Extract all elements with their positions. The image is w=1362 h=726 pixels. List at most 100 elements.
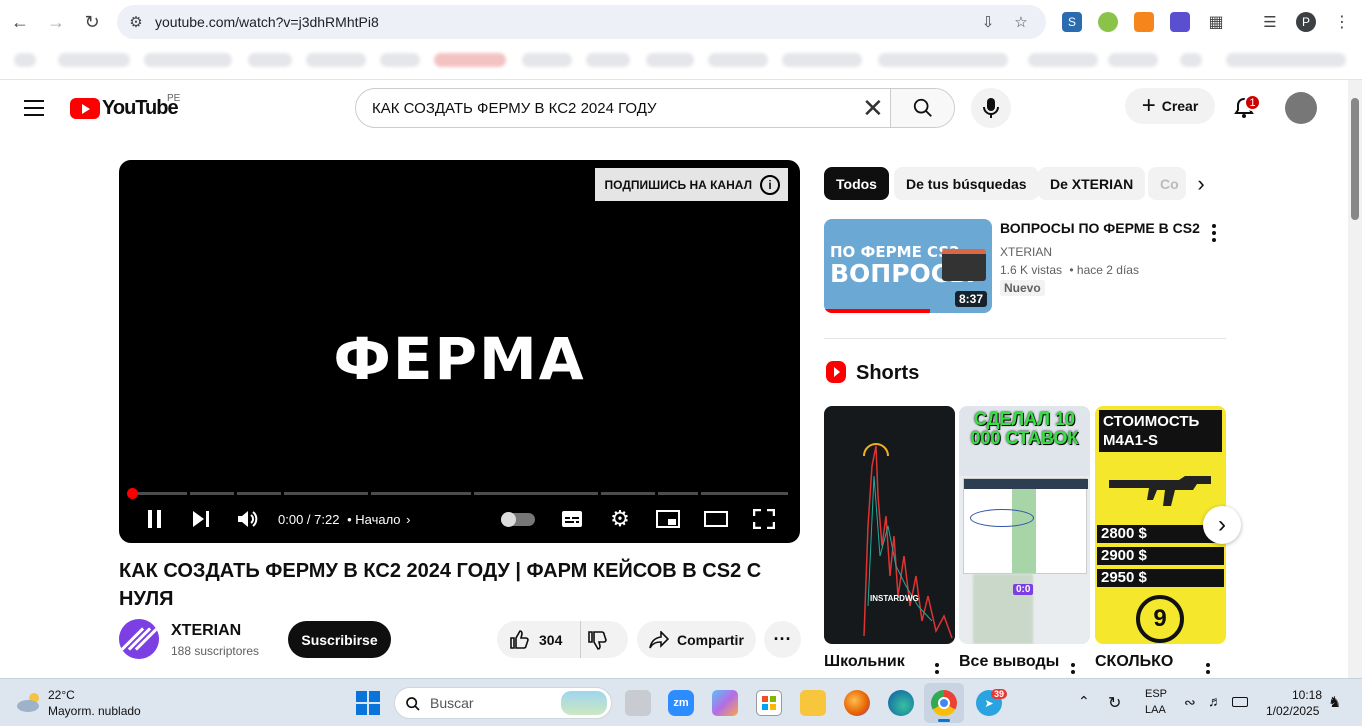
progress-bar[interactable] — [127, 488, 788, 499]
chips-next-button[interactable]: › — [1186, 169, 1216, 199]
youtube-logo[interactable]: YouTube PE — [70, 93, 180, 119]
dislike-button[interactable] — [587, 630, 607, 653]
bookmark-item[interactable] — [708, 53, 768, 67]
short-menu-icon[interactable] — [1071, 663, 1075, 677]
notification-bell-icon[interactable]: ♞ — [1328, 693, 1341, 711]
scrubber-handle[interactable] — [127, 488, 138, 499]
chrome-taskbar-button[interactable] — [924, 683, 964, 723]
chip-more[interactable]: Co — [1148, 167, 1186, 200]
create-button[interactable]: + Crear — [1125, 88, 1215, 124]
extension-green-icon[interactable] — [1098, 12, 1118, 32]
chevron-up-icon[interactable]: ⌃ — [1078, 693, 1090, 710]
site-info-icon[interactable]: ⚙ — [127, 13, 145, 31]
subscribe-button[interactable]: Suscribirse — [288, 621, 391, 658]
shield-extension-icon[interactable] — [1170, 12, 1190, 32]
volume-button[interactable] — [235, 506, 261, 532]
back-icon[interactable]: ← — [8, 10, 32, 34]
recommended-thumbnail[interactable]: ПО ФЕРМЕ CS2 ВОПРОСЫ 8:37 — [824, 219, 992, 313]
bookmark-item[interactable] — [1226, 53, 1346, 67]
media-control-icon[interactable]: ☰ — [1260, 12, 1280, 32]
battery-icon[interactable] — [1232, 697, 1248, 707]
task-view-icon[interactable] — [625, 690, 651, 716]
short-card-1[interactable]: INSTARDWG — [824, 406, 955, 644]
chapter-segment[interactable] — [658, 492, 698, 495]
bookmark-item[interactable] — [522, 53, 572, 67]
chapter-segment[interactable] — [601, 492, 655, 495]
menu-icon[interactable] — [24, 100, 44, 116]
subscribe-watermark[interactable]: ПОДПИШИСЬ НА КАНАЛ i — [594, 168, 788, 201]
bookmark-item[interactable] — [1108, 53, 1158, 67]
language-primary[interactable]: ESP — [1145, 688, 1167, 700]
bookmark-item[interactable] — [306, 53, 366, 67]
bookmark-item[interactable] — [434, 53, 506, 67]
short-title-2[interactable]: Все выводы — [959, 653, 1059, 671]
install-app-icon[interactable]: ⇩ — [979, 13, 997, 31]
bookmark-item[interactable] — [586, 53, 630, 67]
forward-icon[interactable]: → — [44, 10, 68, 34]
recommended-channel[interactable]: XTERIAN — [1000, 245, 1052, 259]
zoom-icon[interactable]: zm — [668, 690, 694, 716]
copilot-icon[interactable] — [712, 690, 738, 716]
short-title-3[interactable]: СКОЛЬКО — [1095, 653, 1173, 671]
bookmark-item[interactable] — [1028, 53, 1098, 67]
recommended-title[interactable]: ВОПРОСЫ ПО ФЕРМЕ В CS2 — [1000, 220, 1200, 236]
video-player[interactable]: ФЕРМА ПОДПИШИСЬ НА КАНАЛ i 0:00 / 7:22 •… — [119, 160, 800, 543]
autoplay-toggle[interactable] — [501, 512, 535, 527]
bookmark-item[interactable] — [144, 53, 232, 67]
chapter-segment[interactable] — [131, 492, 187, 495]
short-card-2[interactable]: СДЕЛАЛ 10 000 СТАВОК 0:0 — [959, 406, 1090, 644]
bookmark-item[interactable] — [878, 53, 1008, 67]
chip-from-channel[interactable]: De XTERIAN — [1038, 167, 1146, 200]
clock-date[interactable]: 1/02/2025 — [1266, 704, 1319, 718]
channel-name[interactable]: XTERIAN — [171, 622, 241, 640]
chapter-segment[interactable] — [190, 492, 234, 495]
like-button[interactable]: 304 — [497, 621, 581, 658]
edge-icon[interactable] — [888, 690, 914, 716]
short-title-1[interactable]: Школьник — [824, 653, 905, 671]
search-box[interactable]: КАК СОЗДАТЬ ФЕРМУ В КС2 2024 ГОДУ ✕ — [355, 88, 955, 128]
chapter-segment[interactable] — [284, 492, 368, 495]
profile-avatar-icon[interactable]: P — [1296, 12, 1316, 32]
search-button[interactable] — [890, 89, 954, 127]
miniplayer-button[interactable] — [655, 506, 681, 532]
pause-button[interactable] — [143, 506, 167, 532]
voice-search-button[interactable] — [971, 88, 1011, 128]
sync-icon[interactable]: ↻ — [1108, 693, 1121, 713]
recommended-menu-icon[interactable] — [1212, 224, 1216, 245]
bookmark-item[interactable] — [14, 53, 36, 67]
clear-search-icon[interactable]: ✕ — [862, 95, 884, 121]
extension-s-icon[interactable]: S — [1062, 12, 1082, 32]
metamask-icon[interactable] — [1134, 12, 1154, 32]
channel-avatar[interactable] — [119, 619, 159, 659]
microsoft-store-icon[interactable] — [756, 690, 782, 716]
wifi-icon[interactable]: ∾ — [1184, 694, 1196, 711]
bookmark-item[interactable] — [248, 53, 292, 67]
taskbar-search[interactable]: Buscar — [394, 687, 612, 719]
short-menu-icon[interactable] — [1206, 663, 1210, 677]
reload-icon[interactable]: ↻ — [80, 10, 104, 34]
shorts-next-button[interactable]: › — [1203, 506, 1241, 544]
bookmark-item[interactable] — [58, 53, 130, 67]
chapter-segment[interactable] — [371, 492, 471, 495]
short-menu-icon[interactable] — [935, 663, 939, 677]
subtitles-button[interactable] — [559, 506, 585, 532]
clock-time[interactable]: 10:18 — [1292, 688, 1322, 702]
page-scrollbar[interactable] — [1348, 80, 1362, 678]
chapter-segment[interactable] — [701, 492, 788, 495]
bookmark-star-icon[interactable]: ☆ — [1012, 13, 1030, 31]
account-avatar[interactable] — [1285, 92, 1317, 124]
bookmark-item[interactable] — [380, 53, 420, 67]
extensions-puzzle-icon[interactable]: ▦ — [1206, 12, 1226, 32]
bookmark-item[interactable] — [646, 53, 694, 67]
chapter-title[interactable]: • Начало — [347, 512, 400, 527]
windows-start-icon[interactable] — [356, 691, 380, 715]
firefox-icon[interactable] — [844, 690, 870, 716]
theater-mode-button[interactable] — [703, 506, 729, 532]
weather-cloud-icon[interactable] — [16, 691, 42, 712]
bookmark-item[interactable] — [782, 53, 862, 67]
search-input[interactable]: КАК СОЗДАТЬ ФЕРМУ В КС2 2024 ГОДУ — [372, 100, 657, 117]
weather-temp[interactable]: 22°C — [48, 688, 75, 702]
fullscreen-button[interactable] — [751, 506, 777, 532]
info-icon[interactable]: i — [760, 174, 780, 195]
weather-desc[interactable]: Mayorm. nublado — [48, 704, 141, 718]
